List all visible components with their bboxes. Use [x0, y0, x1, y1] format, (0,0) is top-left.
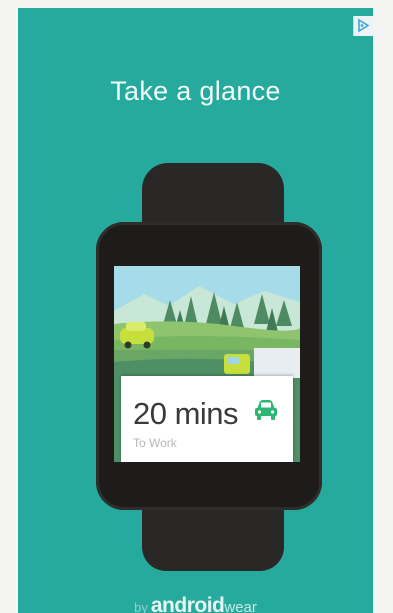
brand-name: android: [150, 594, 225, 613]
adchoices-triangle-icon: [358, 18, 370, 33]
ad-headline: Take a glance: [110, 76, 281, 106]
brand-suffix: wear: [224, 599, 257, 613]
watch-screen: 20 mins To Work: [114, 266, 300, 462]
adchoices-button[interactable]: [353, 16, 373, 36]
eta-destination: To Work: [133, 436, 177, 450]
brand-by: by: [134, 600, 148, 613]
eta-card[interactable]: 20 mins To Work: [121, 376, 293, 462]
android-wear-logo: by androidwear: [18, 594, 373, 613]
eta-time: 20 mins: [133, 396, 239, 431]
advertisement[interactable]: Take a glance 20 mins To Work by android…: [18, 8, 373, 613]
car-icon: [255, 400, 277, 420]
